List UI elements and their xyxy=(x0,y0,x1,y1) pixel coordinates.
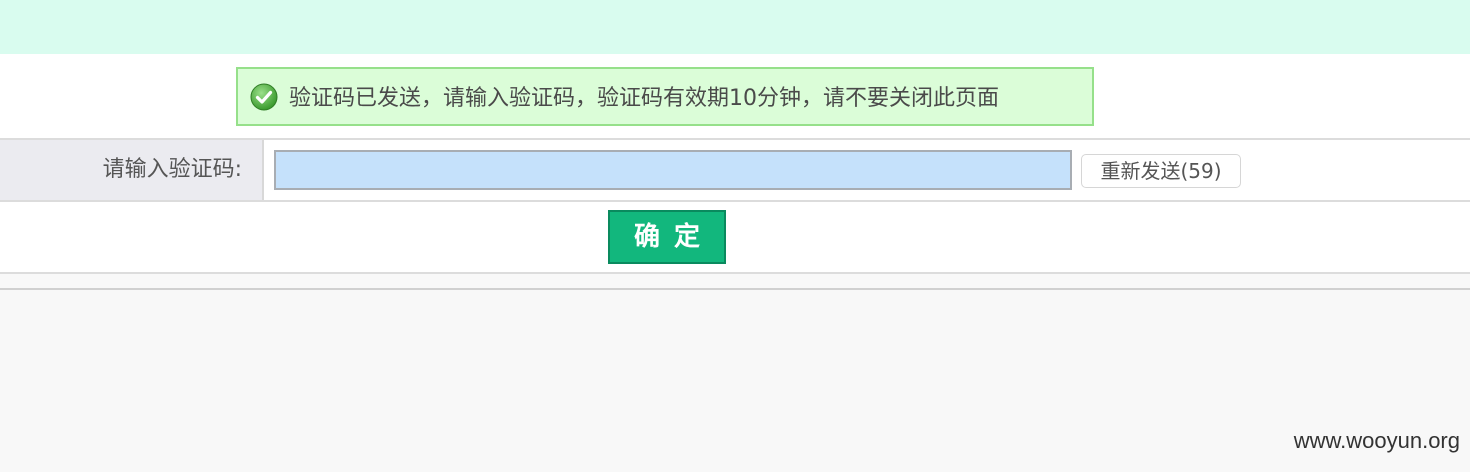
top-banner xyxy=(0,0,1470,54)
check-circle-icon xyxy=(250,83,278,111)
notice-message: 验证码已发送，请输入验证码，验证码有效期10分钟，请不要关闭此页面 xyxy=(289,86,999,111)
divider xyxy=(0,272,1470,274)
success-notice: 验证码已发送，请输入验证码，验证码有效期10分钟，请不要关闭此页面 xyxy=(236,67,1094,126)
resend-code-button[interactable]: 重新发送(59) xyxy=(1081,154,1241,188)
watermark-text: www.wooyun.org xyxy=(1293,428,1460,453)
code-label-cell: 请输入验证码: xyxy=(0,140,264,200)
divider xyxy=(0,200,1470,202)
divider xyxy=(0,288,1470,290)
code-label: 请输入验证码: xyxy=(102,157,242,182)
confirm-button[interactable]: 确定 xyxy=(608,210,726,264)
verification-code-input[interactable] xyxy=(274,150,1072,190)
